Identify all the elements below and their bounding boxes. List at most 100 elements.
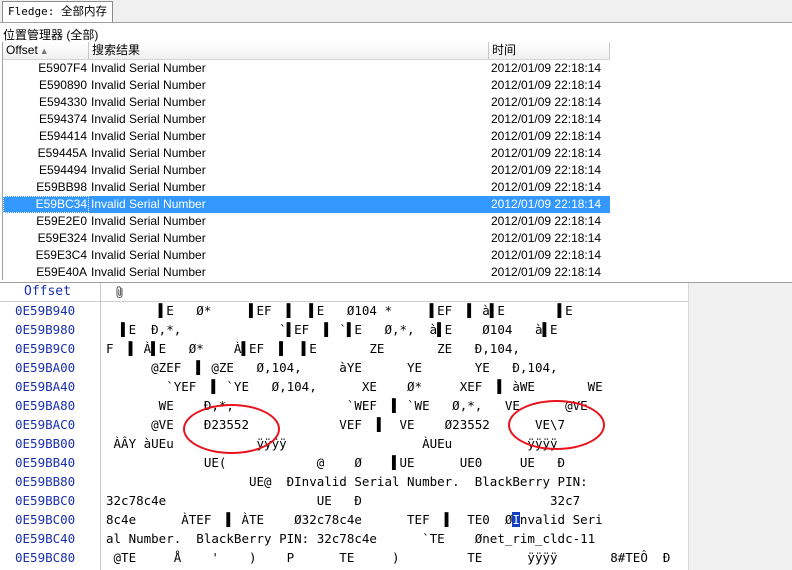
- hex-address: 0E59BA80: [15, 398, 76, 413]
- cell-time: 2012/01/09 22:18:14: [491, 78, 602, 92]
- cell-time: 2012/01/09 22:18:14: [491, 248, 602, 262]
- hex-ascii-text: ▌E Ø* ▌EF ▌ ▌E Ø104 * ▌EF ▌ à▌E ▌E: [106, 303, 573, 318]
- hex-line[interactable]: 0E59BA00 @ZEF ▌ @ZE Ø,104, àYE YE YE Ð,1…: [0, 359, 688, 378]
- hex-line[interactable]: 0E59BC00 8c4e ÀTEF ▌ ÀTE Ø32c78c4e TEF ▌ …: [0, 511, 688, 530]
- hex-address: 0E59BC40: [15, 531, 76, 546]
- column-header-time[interactable]: 时间: [489, 42, 610, 59]
- hex-address: 0E59B9C0: [15, 341, 76, 356]
- cell-result: Invalid Serial Number: [91, 95, 206, 109]
- cell-time: 2012/01/09 22:18:14: [491, 180, 602, 194]
- sort-ascending-icon: ▲: [39, 46, 49, 56]
- cell-offset: E59445A: [37, 146, 87, 160]
- hex-ascii-data: 32c78c4e UE Ð 32c7: [106, 493, 686, 508]
- table-row[interactable]: E594374 Invalid Serial Number 2012/01/09 2…: [3, 111, 610, 128]
- cell-result: Invalid Serial Number: [91, 197, 206, 211]
- hex-ascii-text: UE@ ÐInvalid Serial Number. BlackBerry P…: [106, 474, 588, 489]
- cell-time: 2012/01/09 22:18:14: [491, 61, 602, 75]
- hex-line[interactable]: 0E59BB40 UE( @ Ø ▌UE UE0 UE Ð: [0, 454, 688, 473]
- cell-offset: E59E40A: [36, 265, 87, 279]
- hex-ascii-data: UE( @ Ø ▌UE UE0 UE Ð: [106, 455, 686, 470]
- hex-address: 0E59B940: [15, 303, 76, 318]
- table-row[interactable]: E59E40A Invalid Serial Number 2012/01/09 2…: [3, 264, 610, 280]
- hex-ascii-text: ▌E Ð,*, `▌EF ▌ `▌E Ø,*, à▌E Ø104 à▌E: [106, 322, 558, 337]
- hex-ascii-data: F ▌ À▌E Ø* À▌EF ▌ ▌E ZE ZE Ð,104,: [106, 341, 686, 356]
- hex-ascii-text: `YEF ▌ `YE Ø,104, XE Ø* XEF ▌ àWE WE: [106, 379, 603, 394]
- tab-label: 全部内存: [60, 6, 107, 18]
- hex-line[interactable]: 0E59BC80 @TE Å ' ) P TE ) TE ÿÿÿÿ 8#TEÔ …: [0, 549, 688, 568]
- cell-time: 2012/01/09 22:18:14: [491, 146, 602, 160]
- cell-offset: E59BC34: [3, 196, 89, 213]
- cell-offset: E594330: [38, 95, 87, 109]
- cell-offset: E594414: [38, 129, 87, 143]
- hex-ascii-data: al Number. BlackBerry PIN: 32c78c4e `TE …: [106, 531, 686, 546]
- hex-ascii-data: ▌E Ð,*, `▌EF ▌ `▌E Ø,*, à▌E Ø104 à▌E: [106, 322, 686, 337]
- results-empty-area: [610, 42, 792, 280]
- cell-time: 2012/01/09 22:18:14: [491, 197, 602, 211]
- hex-address: 0E59BBC0: [15, 493, 76, 508]
- tab-prefix: Fledge:: [8, 5, 61, 18]
- hex-viewer: Offset 0E59B940 ▌E Ø* ▌EF ▌ ▌E Ø104 * ▌E…: [0, 282, 792, 570]
- cell-result: Invalid Serial Number: [91, 78, 206, 92]
- hex-ascii-data: @TE Å ' ) P TE ) TE ÿÿÿÿ 8#TEÔ Ð: [106, 550, 686, 565]
- hex-ascii-text: @VE Ð23552 VEF ▌ VE Ø23552 VE\7: [106, 417, 566, 432]
- cell-offset: E59E324: [37, 231, 87, 245]
- table-row[interactable]: E594494 Invalid Serial Number 2012/01/09 2…: [3, 162, 610, 179]
- tab-all-memory[interactable]: Fledge: 全部内存: [2, 1, 113, 22]
- cell-result: Invalid Serial Number: [91, 163, 206, 177]
- cell-result: Invalid Serial Number: [91, 129, 206, 143]
- hex-line[interactable]: 0E59BBC0 32c78c4e UE Ð 32c7: [0, 492, 688, 511]
- table-row[interactable]: E59E2E0 Invalid Serial Number 2012/01/09 2…: [3, 213, 610, 230]
- hex-ascii-data: `YEF ▌ `YE Ø,104, XE Ø* XEF ▌ àWE WE: [106, 379, 686, 394]
- hex-line[interactable]: 0E59B980 ▌E Ð,*, `▌EF ▌ `▌E Ø,*, à▌E Ø10…: [0, 321, 688, 340]
- table-row[interactable]: E5907F4 Invalid Serial Number 2012/01/09 2…: [3, 60, 610, 77]
- annotation-circle-right: [508, 400, 605, 450]
- column-header-offset[interactable]: Offset ▲: [3, 42, 89, 59]
- hex-address: 0E59BC00: [15, 512, 76, 527]
- hex-ascii-text: 8c4e ÀTEF ▌ ÀTE Ø32c78c4e TEF ▌ TE0 Ø: [106, 512, 513, 527]
- cell-result: Invalid Serial Number: [91, 248, 206, 262]
- cell-offset: E594494: [38, 163, 87, 177]
- cell-time: 2012/01/09 22:18:14: [491, 214, 602, 228]
- table-row[interactable]: E59E3C4 Invalid Serial Number 2012/01/09 2…: [3, 247, 610, 264]
- table-row[interactable]: E594330 Invalid Serial Number 2012/01/09 2…: [3, 94, 610, 111]
- cell-result: Invalid Serial Number: [91, 180, 206, 194]
- hex-address: 0E59BAC0: [15, 417, 76, 432]
- table-row[interactable]: E59BB98 Invalid Serial Number 2012/01/09 2…: [3, 179, 610, 196]
- hex-ascii-text: @ZEF ▌ @ZE Ø,104, àYE YE YE Ð,104,: [106, 360, 558, 375]
- cell-result: Invalid Serial Number: [91, 214, 206, 228]
- column-header-result[interactable]: 搜索结果: [89, 42, 489, 59]
- tab-strip: Fledge: 全部内存: [0, 0, 792, 23]
- cell-offset: E5907F4: [38, 61, 87, 75]
- cell-time: 2012/01/09 22:18:14: [491, 95, 602, 109]
- table-row[interactable]: E59445A Invalid Serial Number 2012/01/09 2…: [3, 145, 610, 162]
- table-row[interactable]: E59BC34 Invalid Serial Number 2012/01/09 2…: [3, 196, 610, 213]
- results-table: Offset ▲ 搜索结果 时间 E5907F4 Invalid Serial Nu…: [2, 42, 610, 280]
- hex-ascii-text: ÀÂY àUEu ÿÿÿÿ ÀUEu ÿÿÿÿ: [106, 436, 558, 451]
- cell-offset: E594374: [38, 112, 87, 126]
- hex-empty-area: [688, 283, 792, 570]
- hex-ascii-data: WE Ð,*, `WEF ▌ `WE Ø,*, VE @VE: [106, 398, 686, 413]
- hex-line[interactable]: 0E59BA40 `YEF ▌ `YE Ø,104, XE Ø* XEF ▌ à…: [0, 378, 688, 397]
- cell-offset: E590890: [38, 78, 87, 92]
- table-row[interactable]: E59E324 Invalid Serial Number 2012/01/09 2…: [3, 230, 610, 247]
- cell-result: Invalid Serial Number: [91, 265, 206, 279]
- paperclip-icon[interactable]: [114, 285, 126, 299]
- hex-line[interactable]: 0E59B940 ▌E Ø* ▌EF ▌ ▌E Ø104 * ▌EF ▌ à▌E…: [0, 302, 688, 321]
- hex-line[interactable]: 0E59B9C0 F ▌ À▌E Ø* À▌EF ▌ ▌E ZE ZE Ð,104…: [0, 340, 688, 359]
- hex-line[interactable]: 0E59BC40 al Number. BlackBerry PIN: 32c78…: [0, 530, 688, 549]
- table-row[interactable]: E590890 Invalid Serial Number 2012/01/09 2…: [3, 77, 610, 94]
- cell-time: 2012/01/09 22:18:14: [491, 265, 602, 279]
- annotation-circle-left: [183, 404, 280, 454]
- table-row[interactable]: E594414 Invalid Serial Number 2012/01/09 2…: [3, 128, 610, 145]
- cell-time: 2012/01/09 22:18:14: [491, 231, 602, 245]
- hex-header: Offset: [0, 283, 688, 302]
- hex-address: 0E59BA00: [15, 360, 76, 375]
- hex-ascii-data: @ZEF ▌ @ZE Ø,104, àYE YE YE Ð,104,: [106, 360, 686, 375]
- cell-offset: E59E3C4: [35, 248, 87, 262]
- text-cursor: I: [512, 512, 520, 527]
- hex-address: 0E59B980: [15, 322, 76, 337]
- cell-result: Invalid Serial Number: [91, 61, 206, 75]
- table-header: Offset ▲ 搜索结果 时间: [3, 42, 610, 60]
- hex-line[interactable]: 0E59BB80 UE@ ÐInvalid Serial Number. Bla…: [0, 473, 688, 492]
- cell-time: 2012/01/09 22:18:14: [491, 163, 602, 177]
